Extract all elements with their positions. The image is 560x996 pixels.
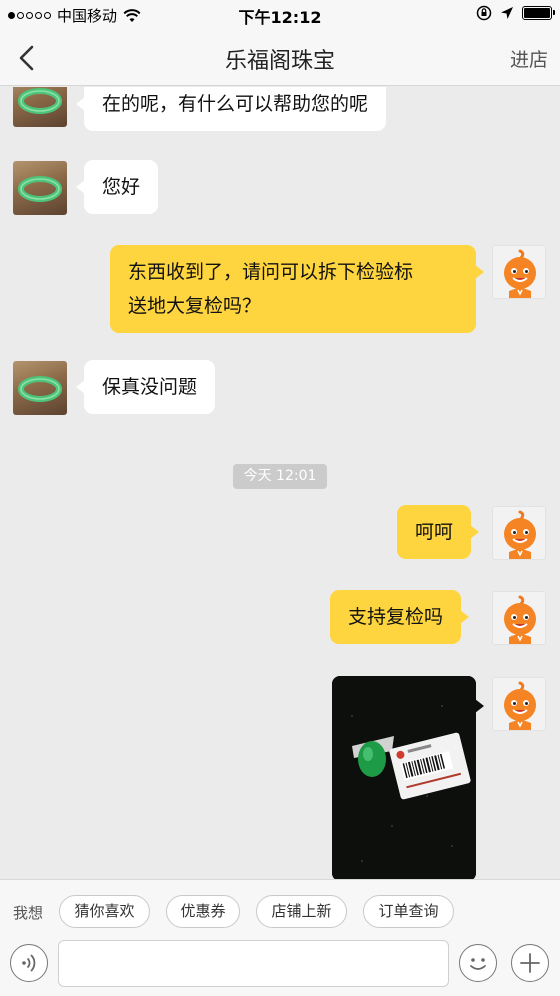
message-bubble[interactable]: 呵呵 (397, 505, 480, 559)
voice-button[interactable] (10, 944, 48, 982)
status-bar: 中国移动 下午12:12 (0, 0, 560, 30)
message-line: 东西收到了，请问可以拆下检验标 (128, 261, 414, 283)
nav-bar: 乐福阁珠宝 进店 (0, 30, 560, 86)
chip-order-query[interactable]: 订单查询 (363, 895, 454, 928)
message-bubble[interactable]: 东西收到了，请问可以拆下检验标 送地大复检吗？ (110, 245, 484, 333)
message-input[interactable] (58, 940, 449, 987)
bangle-image (18, 176, 62, 202)
chip-coupons[interactable]: 优惠券 (166, 895, 240, 928)
timestamp-badge: 今天 12:01 (233, 464, 327, 489)
message-bubble[interactable]: 您好 (75, 160, 159, 214)
message-bubble[interactable]: 保真没问题 (75, 360, 216, 414)
message-line: 送地大复检吗？ (128, 295, 262, 317)
plus-icon (520, 953, 540, 973)
chip-guess-you-like[interactable]: 猜你喜欢 (59, 895, 150, 928)
my-avatar[interactable] (492, 591, 546, 645)
enter-store-button[interactable]: 进店 (510, 45, 548, 72)
plus-button[interactable] (511, 944, 549, 982)
bangle-image (18, 376, 62, 402)
rotation-lock-icon (476, 5, 492, 21)
mascot-icon (504, 249, 536, 298)
jade-certificate-photo (332, 676, 476, 879)
mascot-icon (504, 681, 536, 730)
shop-avatar[interactable] (13, 361, 67, 415)
emoji-button[interactable] (459, 944, 497, 982)
voice-icon (22, 954, 36, 972)
status-right (476, 5, 555, 21)
chip-new-arrivals[interactable]: 店铺上新 (256, 895, 347, 928)
shop-avatar[interactable] (13, 161, 67, 215)
message-bubble[interactable]: 在的呢，有什么可以帮助您的呢 (75, 87, 387, 131)
message-image[interactable] (332, 676, 476, 879)
mascot-icon (504, 510, 536, 559)
chat-area[interactable]: 在的呢，有什么可以帮助您的呢 您好 东西收到了，请问可以拆下检验标 送地大复检吗… (0, 87, 560, 879)
location-arrow-icon (501, 7, 513, 19)
my-avatar[interactable] (492, 677, 546, 731)
quick-reply-label: 我想 (13, 904, 44, 922)
my-avatar[interactable] (492, 245, 546, 299)
page-title: 乐福阁珠宝 (224, 49, 335, 74)
image-bubble-tail (475, 699, 484, 713)
message-bubble[interactable]: 支持复检吗 (330, 590, 470, 644)
shop-avatar[interactable] (13, 87, 67, 127)
battery-icon (522, 6, 555, 20)
bangle-image (18, 88, 62, 114)
input-panel: 我想 猜你喜欢 优惠券 店铺上新 订单查询 (0, 879, 560, 996)
smiley-icon (470, 958, 486, 970)
my-avatar[interactable] (492, 506, 546, 560)
mascot-icon (504, 595, 536, 644)
